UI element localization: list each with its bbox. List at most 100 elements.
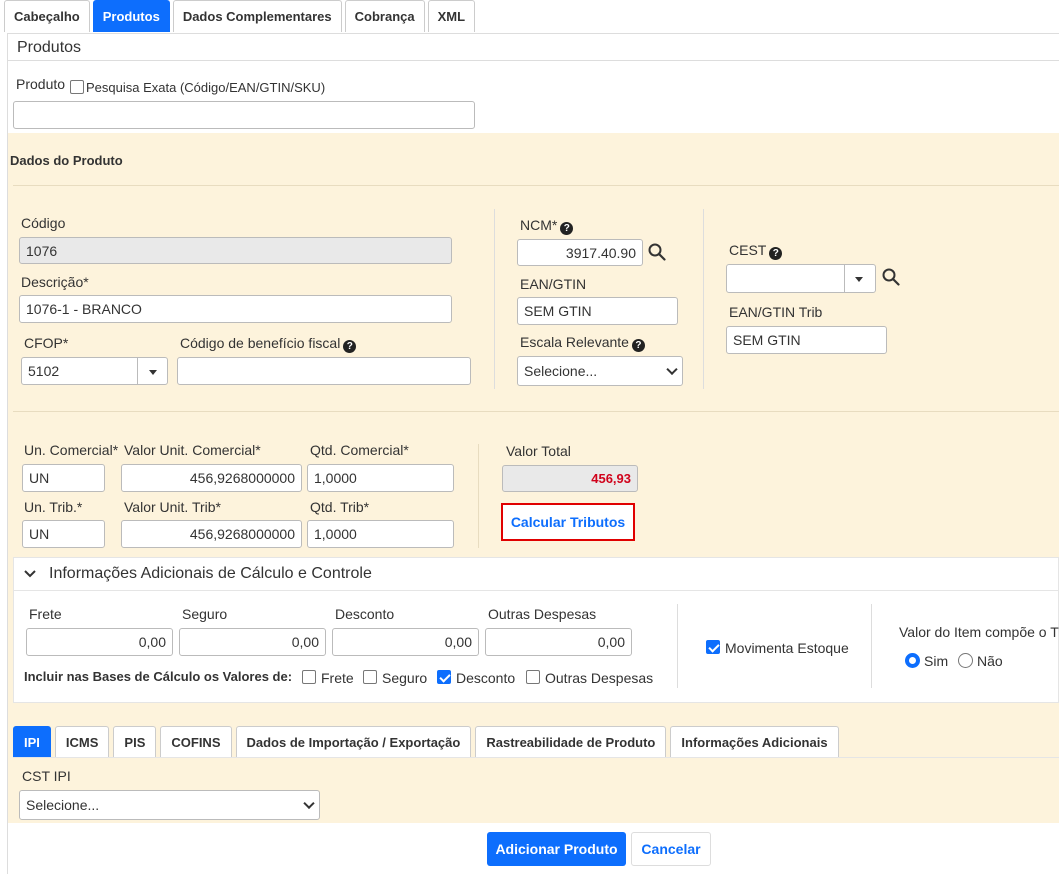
cst-ipi-select[interactable]: Selecione... xyxy=(19,790,320,820)
un-comercial-label: Un. Comercial* xyxy=(24,442,119,458)
movimenta-estoque-label: Movimenta Estoque xyxy=(725,640,849,656)
tab-cobranca[interactable]: Cobrança xyxy=(344,0,425,32)
un-trib-label: Un. Trib.* xyxy=(24,499,83,515)
base-frete-label: Frete xyxy=(321,670,354,686)
valor-total-label: Valor Total xyxy=(506,443,571,459)
cfop-divider xyxy=(137,358,138,384)
valor-item-label: Valor do Item compõe o T xyxy=(899,624,1059,640)
valor-unit-comercial-field[interactable]: 456,9268000000 xyxy=(121,464,302,492)
outras-despesas-label: Outras Despesas xyxy=(488,606,597,622)
un-comercial-field[interactable]: UN xyxy=(22,464,105,492)
seguro-label: Seguro xyxy=(182,606,228,622)
cest-select[interactable] xyxy=(726,264,876,293)
tab-importacao-exportacao[interactable]: Dados de Importação / Exportação xyxy=(235,726,472,757)
movimenta-estoque-checkbox[interactable] xyxy=(706,640,720,654)
ean-field[interactable]: SEM GTIN xyxy=(517,297,678,325)
seguro-field[interactable]: 0,00 xyxy=(179,628,326,656)
qtd-trib-label: Qtd. Trib* xyxy=(310,499,370,515)
bases-calculo-label: Incluir nas Bases de Cálculo os Valores … xyxy=(24,669,293,684)
valor-unit-trib-label: Valor Unit. Trib* xyxy=(124,499,221,515)
codigo-field: 1076 xyxy=(19,237,452,264)
search-icon[interactable] xyxy=(882,268,900,286)
tab-cabecalho[interactable]: Cabeçalho xyxy=(4,0,90,32)
base-seguro-checkbox[interactable] xyxy=(363,670,377,684)
column-divider xyxy=(478,444,479,548)
nao-radio[interactable] xyxy=(958,653,973,668)
chevron-down-icon[interactable] xyxy=(23,568,37,580)
product-search-label: Produto xyxy=(16,76,66,92)
column-divider xyxy=(494,209,495,389)
section-divider xyxy=(13,411,1059,412)
search-icon[interactable] xyxy=(648,243,666,261)
base-outras-checkbox[interactable] xyxy=(526,670,540,684)
frete-field[interactable]: 0,00 xyxy=(26,628,173,656)
tab-produtos[interactable]: Produtos xyxy=(92,0,170,32)
cfop-value: 5102 xyxy=(28,363,60,379)
help-icon[interactable]: ? xyxy=(631,339,645,352)
qtd-comercial-field[interactable]: 1,0000 xyxy=(307,464,454,492)
escala-value: Selecione... xyxy=(524,363,598,379)
tab-cofins[interactable]: COFINS xyxy=(160,726,232,757)
base-desconto-label: Desconto xyxy=(456,670,516,686)
ean-trib-label: EAN/GTIN Trib xyxy=(729,304,823,320)
exact-search-checkbox[interactable] xyxy=(70,80,84,94)
sim-radio[interactable] xyxy=(905,653,920,668)
qtd-comercial-label: Qtd. Comercial* xyxy=(310,442,409,458)
descricao-field[interactable]: 1076-1 - BRANCO xyxy=(19,295,452,323)
tab-divider xyxy=(13,757,1059,758)
help-icon[interactable]: ? xyxy=(769,247,783,260)
valor-unit-trib-field[interactable]: 456,9268000000 xyxy=(121,520,302,548)
nao-label: Não xyxy=(977,653,1003,669)
un-trib-field[interactable]: UN xyxy=(22,520,105,548)
cfop-label: CFOP* xyxy=(24,335,69,351)
beneficio-label: Código de benefício fiscal? xyxy=(180,335,357,353)
valor-unit-comercial-label: Valor Unit. Comercial* xyxy=(124,442,261,458)
tab-rastreabilidade[interactable]: Rastreabilidade de Produto xyxy=(475,726,667,757)
tab-informacoes-adicionais[interactable]: Informações Adicionais xyxy=(670,726,839,757)
title-divider xyxy=(8,60,1059,61)
tab-icms[interactable]: ICMS xyxy=(54,726,110,757)
cancel-button[interactable]: Cancelar xyxy=(631,832,711,866)
column-divider xyxy=(677,604,678,688)
tab-pis[interactable]: PIS xyxy=(113,726,157,757)
cst-ipi-value: Selecione... xyxy=(26,797,100,813)
help-icon[interactable]: ? xyxy=(560,222,574,235)
caret-down-icon[interactable] xyxy=(855,277,863,282)
tax-tab-bar: IPI ICMS PIS COFINS Dados de Importação … xyxy=(13,726,843,757)
add-product-button[interactable]: Adicionar Produto xyxy=(487,832,626,866)
tab-ipi[interactable]: IPI xyxy=(13,726,51,757)
desconto-field[interactable]: 0,00 xyxy=(332,628,479,656)
column-divider xyxy=(871,604,872,688)
base-desconto-checkbox[interactable] xyxy=(437,670,451,684)
base-seguro-label: Seguro xyxy=(382,670,428,686)
escala-select[interactable]: Selecione... xyxy=(517,356,683,386)
descricao-label: Descrição* xyxy=(21,274,89,290)
cst-ipi-label: CST IPI xyxy=(22,768,71,784)
valor-total-field: 456,93 xyxy=(502,465,638,492)
ncm-field[interactable]: 3917.40.90 xyxy=(517,239,643,266)
ean-trib-field[interactable]: SEM GTIN xyxy=(726,326,887,354)
additional-info-title[interactable]: Informações Adicionais de Cálculo e Cont… xyxy=(49,565,372,583)
tab-dados-complementares[interactable]: Dados Complementares xyxy=(172,0,342,32)
help-icon[interactable]: ? xyxy=(343,340,357,353)
ncm-label: NCM*? xyxy=(520,217,574,235)
beneficio-field[interactable] xyxy=(177,357,471,385)
panel-title: Produtos xyxy=(17,39,82,56)
outras-despesas-field[interactable]: 0,00 xyxy=(485,628,632,656)
calcular-tributos-button[interactable]: Calcular Tributos xyxy=(511,514,625,530)
codigo-label: Código xyxy=(21,215,66,231)
frete-label: Frete xyxy=(29,606,62,622)
base-frete-checkbox[interactable] xyxy=(302,670,316,684)
cfop-select[interactable]: 5102 xyxy=(21,357,168,385)
escala-label: Escala Relevante? xyxy=(520,334,645,352)
base-outras-label: Outras Despesas xyxy=(545,670,654,686)
top-tab-bar: Cabeçalho Produtos Dados Complementares … xyxy=(4,0,478,33)
calcular-tributos-highlight: Calcular Tributos xyxy=(501,503,635,541)
product-search-input[interactable] xyxy=(13,101,475,129)
cest-divider xyxy=(844,265,845,292)
chevron-down-icon xyxy=(303,797,315,810)
qtd-trib-field[interactable]: 1,0000 xyxy=(307,520,454,548)
tab-xml[interactable]: XML xyxy=(427,0,476,32)
sim-label: Sim xyxy=(924,653,949,669)
caret-down-icon[interactable] xyxy=(149,370,157,375)
